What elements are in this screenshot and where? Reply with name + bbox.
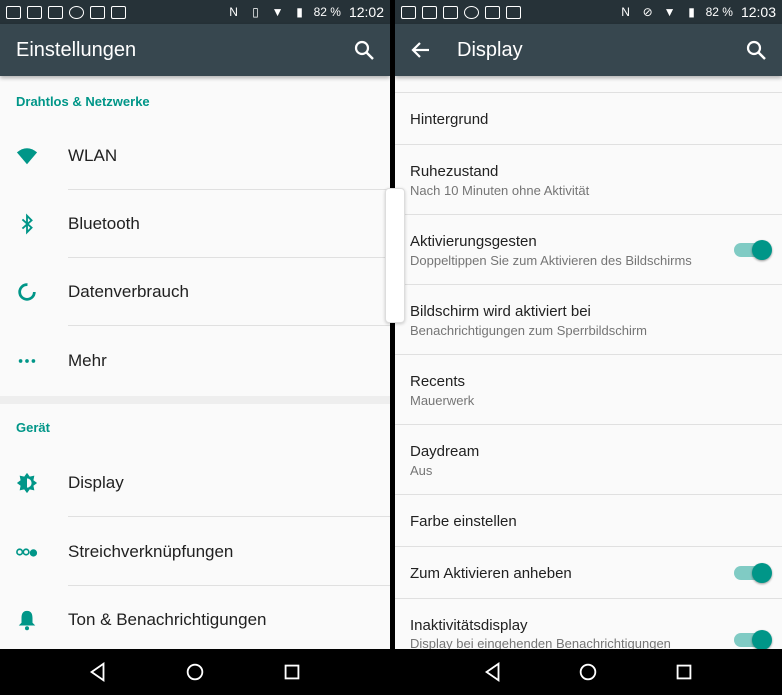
section-header: Drahtlos & Netzwerke xyxy=(16,94,150,109)
settings-item-wlan[interactable]: WLAN xyxy=(0,122,390,190)
settings-item-label: Datenverbrauch xyxy=(68,282,189,301)
wifi-icon: ▼ xyxy=(271,5,284,19)
wifi-icon xyxy=(16,148,38,165)
wireless-section: Drahtlos & Netzwerke WLAN Bluetooth Date… xyxy=(0,76,390,396)
lift-to-wake-toggle[interactable] xyxy=(734,563,772,583)
display-item-color[interactable]: Farbe einstellen xyxy=(395,495,782,547)
display-item-wallpaper[interactable]: Hintergrund xyxy=(395,93,782,145)
back-nav-icon[interactable] xyxy=(87,661,109,683)
settings-screen: N ▯ ▼ ▮ 82 % 12:02 Einstellungen Drahtlo… xyxy=(0,0,390,695)
location-icon xyxy=(69,5,84,19)
section-gap xyxy=(0,396,390,404)
check-icon xyxy=(111,5,126,19)
data-usage-icon xyxy=(18,283,36,301)
page-title: Display xyxy=(457,38,523,61)
settings-item-label: Display xyxy=(68,473,124,492)
item-title: Ruhezustand xyxy=(410,163,499,180)
nfc-icon: N xyxy=(229,5,238,19)
battery-percent: 82 % xyxy=(705,5,733,19)
item-title: Zum Aktivieren anheben xyxy=(410,565,572,582)
item-subtitle: Aus xyxy=(410,463,433,478)
battery-icon: ▮ xyxy=(296,5,303,19)
back-nav-icon[interactable] xyxy=(482,661,504,683)
display-item-screen-wake[interactable]: Bildschirm wird aktiviert bei Benachrich… xyxy=(395,285,782,355)
wifi-icon: ▼ xyxy=(663,5,676,19)
search-icon[interactable] xyxy=(352,38,376,62)
navigation-bar xyxy=(395,649,782,695)
email-icon xyxy=(90,5,105,19)
image-icon xyxy=(443,5,458,19)
settings-item-more[interactable]: Mehr xyxy=(0,327,390,395)
check-icon xyxy=(506,5,521,19)
clock: 12:02 xyxy=(348,4,384,20)
settings-item-data-usage[interactable]: Datenverbrauch xyxy=(0,258,390,326)
gesture-icon xyxy=(16,548,38,557)
brightness-icon xyxy=(16,472,38,494)
recents-nav-icon[interactable] xyxy=(673,661,695,683)
edge-panel[interactable] xyxy=(385,188,405,323)
item-subtitle: Doppeltippen Sie zum Aktivieren des Bild… xyxy=(410,253,692,268)
settings-item-label: Streichverknüpfungen xyxy=(68,542,234,561)
navigation-bar xyxy=(0,649,390,695)
notification-icon xyxy=(6,5,21,19)
settings-item-gestures[interactable]: Streichverknüpfungen xyxy=(0,518,390,586)
settings-item-sound[interactable]: Ton & Benachrichtigungen xyxy=(0,586,390,654)
status-bar: N ▯ ▼ ▮ 82 % 12:02 xyxy=(0,0,390,24)
email-icon xyxy=(485,5,500,19)
device-section: Gerät Display Streichverknüpfungen Ton &… xyxy=(0,404,390,649)
back-arrow-icon[interactable] xyxy=(409,38,433,62)
image-icon xyxy=(48,5,63,19)
search-icon[interactable] xyxy=(744,38,768,62)
item-subtitle: Nach 10 Minuten ohne Aktivität xyxy=(410,183,590,198)
bluetooth-icon xyxy=(21,213,33,235)
status-bar: N ⊘ ▼ ▮ 82 % 12:03 xyxy=(395,0,782,24)
item-subtitle: Mauerwerk xyxy=(410,393,475,408)
section-header: Gerät xyxy=(16,420,50,435)
item-title: Daydream xyxy=(410,443,480,460)
notification-icon xyxy=(401,5,416,19)
settings-item-label: Bluetooth xyxy=(68,214,140,233)
home-nav-icon[interactable] xyxy=(577,661,599,683)
display-item-sleep[interactable]: Ruhezustand Nach 10 Minuten ohne Aktivit… xyxy=(395,145,782,215)
mail-icon xyxy=(422,5,437,19)
settings-item-label: Mehr xyxy=(68,351,107,370)
item-title: Aktivierungsgesten xyxy=(410,233,537,250)
vibrate-icon: ▯ xyxy=(252,5,259,19)
battery-icon: ▮ xyxy=(688,5,695,19)
display-settings-list: Hintergrund Ruhezustand Nach 10 Minuten … xyxy=(395,76,782,651)
item-title: Farbe einstellen xyxy=(410,513,517,530)
item-title: Hintergrund xyxy=(410,111,489,128)
recents-nav-icon[interactable] xyxy=(281,661,303,683)
display-item-lift-to-wake[interactable]: Zum Aktivieren anheben xyxy=(395,547,782,599)
page-title: Einstellungen xyxy=(16,38,137,61)
app-bar: Display xyxy=(395,24,782,76)
settings-item-bluetooth[interactable]: Bluetooth xyxy=(0,190,390,258)
location-icon xyxy=(464,5,479,19)
home-nav-icon[interactable] xyxy=(184,661,206,683)
display-screen: N ⊘ ▼ ▮ 82 % 12:03 Display Hintergrund R… xyxy=(395,0,782,695)
mail-icon xyxy=(27,5,42,19)
nfc-icon: N xyxy=(621,5,630,19)
display-item-activation-gestures[interactable]: Aktivierungsgesten Doppeltippen Sie zum … xyxy=(395,215,782,285)
battery-percent: 82 % xyxy=(313,5,341,19)
settings-item-display[interactable]: Display xyxy=(0,449,390,517)
divider xyxy=(68,516,390,517)
app-bar: Einstellungen xyxy=(0,24,390,76)
clock: 12:03 xyxy=(740,4,776,20)
item-title: Bildschirm wird aktiviert bei xyxy=(410,303,591,320)
mute-icon: ⊘ xyxy=(642,5,653,19)
divider xyxy=(68,325,390,326)
settings-item-label: WLAN xyxy=(68,146,118,165)
more-icon xyxy=(18,359,36,363)
bell-icon xyxy=(18,610,36,631)
ambient-display-toggle[interactable] xyxy=(734,630,772,650)
item-title: Inaktivitätsdisplay xyxy=(410,617,528,634)
item-subtitle: Benachrichtigungen zum Sperrbildschirm xyxy=(410,323,648,338)
settings-item-label: Ton & Benachrichtigungen xyxy=(68,610,267,629)
display-item-recents[interactable]: Recents Mauerwerk xyxy=(395,355,782,425)
activation-gestures-toggle[interactable] xyxy=(734,240,772,260)
item-title: Recents xyxy=(410,373,466,390)
display-item-daydream[interactable]: Daydream Aus xyxy=(395,425,782,495)
